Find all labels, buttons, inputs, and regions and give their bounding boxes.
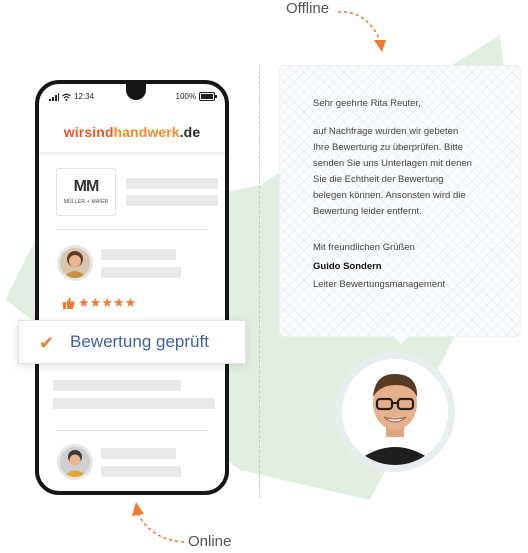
sender-portrait-photo: [342, 359, 448, 465]
letter-sender-title: Leiter Bewertungsmanagement: [313, 279, 446, 290]
reviewer-avatar-illustration: [60, 248, 90, 278]
placeholder-bar: [126, 178, 218, 189]
company-logo-name: MÜLLER + MAIER: [63, 199, 109, 205]
status-time: 12:34: [74, 92, 95, 101]
battery-icon: [199, 92, 217, 101]
letter-body-line: senden Sie uns Unterlagen mit denen: [313, 158, 472, 169]
divider-line: [56, 229, 208, 230]
placeholder-bar: [101, 267, 181, 278]
letter-body-line: Bewertung leider entfernt.: [313, 206, 422, 217]
site-header: wirsindhandwerk.de: [39, 112, 225, 153]
thumbs-up-icon: [63, 297, 75, 309]
letter-sender-name: Guido Sondern: [313, 261, 382, 272]
rating: ★★★★★: [63, 294, 136, 312]
offline-letter: Sehr geehrte Rita Reuter, auf Nachfrage …: [280, 66, 520, 336]
offline-label: Offline: [286, 0, 330, 17]
letter-closing: Mit freundlichen Grüßen: [313, 242, 415, 253]
battery-percent: 100%: [175, 92, 196, 101]
wifi-icon: [62, 93, 71, 101]
placeholder-bar: [101, 466, 181, 477]
star-icon: ★: [89, 295, 102, 310]
badge-label: Bewertung geprüft: [70, 332, 209, 351]
letter-body-line: belegen können. Ansonsten wird die: [313, 190, 466, 201]
star-icon: ★: [124, 295, 137, 310]
placeholder-bar: [53, 380, 181, 391]
company-logo: MM MÜLLER + MAIER: [56, 168, 116, 216]
review-verified-badge: ✔ Bewertung geprüft: [18, 320, 246, 364]
vertical-divider: [259, 66, 260, 498]
signal-icon: [49, 92, 59, 101]
company-logo-mark: MM: [73, 178, 100, 195]
sender-portrait: [335, 352, 455, 472]
divider-line: [56, 430, 208, 431]
checkmark-icon: ✔: [39, 333, 55, 353]
dashed-arrow-icon: [337, 11, 386, 52]
placeholder-bar: [101, 448, 176, 459]
letter-body-line: auf Nachfrage wurden wir gebeten: [313, 126, 459, 137]
star-icon: ★: [78, 295, 90, 310]
placeholder-bar: [53, 398, 215, 409]
site-logo: wirsindhandwerk.de: [63, 124, 201, 140]
letter-greeting: Sehr geehrte Rita Reuter,: [313, 98, 421, 109]
phone-mockup: 12:34 100% wirsindhandwerk.de MM MÜLLER …: [35, 80, 229, 495]
placeholder-bar: [101, 249, 176, 260]
sender-portrait-illustration: [342, 359, 448, 465]
letter-body-line: Ihre Bewertung zu überprüfen. Bitte: [313, 142, 463, 153]
star-icon: ★: [101, 295, 113, 310]
star-icon: ★: [112, 295, 125, 310]
placeholder-bar: [126, 195, 218, 206]
dashed-arrow-icon: [132, 502, 185, 543]
status-bar: 12:34 100%: [49, 92, 217, 104]
star-rating: ★★★★★: [78, 294, 136, 312]
letter-pointer: [391, 334, 411, 344]
online-label: Online: [188, 533, 232, 550]
letter-body-line: Sie die Echtheit der Bewertung: [313, 174, 444, 185]
reviewer-avatar: [57, 245, 93, 281]
reviewer-avatar: [57, 444, 93, 480]
reviewer-avatar-illustration: [60, 447, 90, 477]
